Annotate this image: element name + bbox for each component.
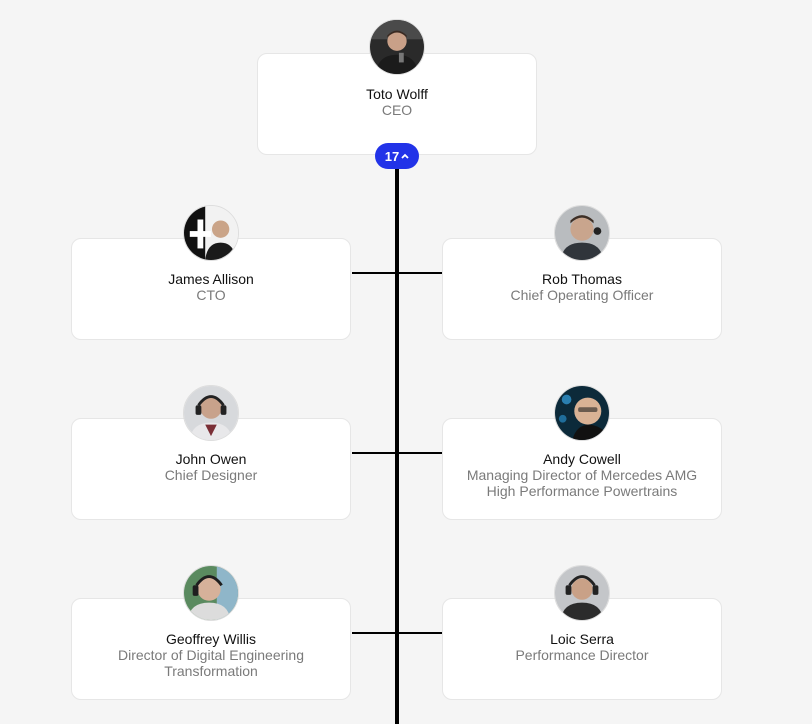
reports-count: 17 bbox=[384, 148, 400, 164]
person-photo-icon bbox=[555, 566, 609, 620]
person-photo-icon bbox=[370, 20, 424, 74]
org-trunk-line bbox=[395, 155, 399, 724]
person-photo-icon bbox=[555, 386, 609, 440]
person-photo-icon bbox=[184, 206, 238, 260]
org-branch-line bbox=[352, 452, 442, 454]
node-name: Toto Wolff bbox=[366, 86, 428, 102]
node-title: CTO bbox=[196, 287, 226, 303]
avatar bbox=[554, 385, 610, 441]
node-name: Andy Cowell bbox=[543, 451, 621, 467]
node-name: James Allison bbox=[168, 271, 254, 287]
avatar bbox=[554, 205, 610, 261]
org-branch-line bbox=[352, 632, 442, 634]
avatar bbox=[369, 19, 425, 75]
node-title: Chief Designer bbox=[164, 467, 258, 483]
chevron-up-icon bbox=[401, 153, 409, 159]
node-name: Loic Serra bbox=[550, 631, 614, 647]
avatar bbox=[183, 205, 239, 261]
node-title: Managing Director of Mercedes AMG High P… bbox=[466, 467, 698, 499]
avatar bbox=[183, 385, 239, 441]
node-name: Geoffrey Willis bbox=[166, 631, 256, 647]
node-title: Director of Digital Engineering Transfor… bbox=[118, 647, 304, 679]
org-branch-line bbox=[352, 272, 442, 274]
node-name: John Owen bbox=[175, 451, 247, 467]
person-photo-icon bbox=[555, 206, 609, 260]
node-title: CEO bbox=[381, 102, 413, 118]
node-title: Chief Operating Officer bbox=[510, 287, 654, 303]
node-name: Rob Thomas bbox=[542, 271, 622, 287]
person-photo-icon bbox=[184, 386, 238, 440]
person-photo-icon bbox=[184, 566, 238, 620]
node-title: Performance Director bbox=[515, 647, 649, 663]
expand-reports-toggle[interactable]: 17 bbox=[375, 143, 419, 169]
avatar bbox=[554, 565, 610, 621]
avatar bbox=[183, 565, 239, 621]
